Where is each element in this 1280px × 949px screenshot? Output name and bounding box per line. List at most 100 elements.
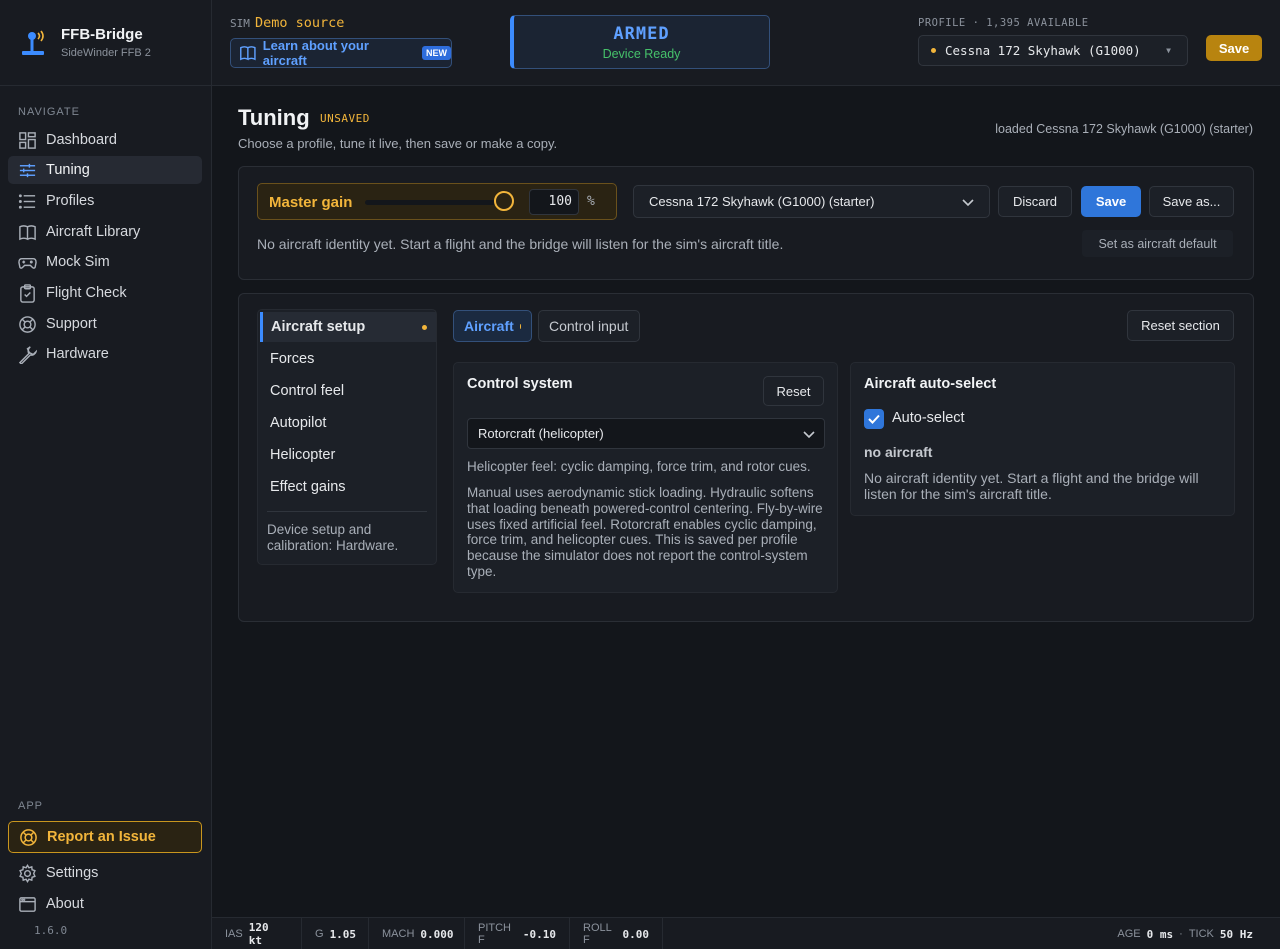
armed-status: ARMED Device Ready: [510, 15, 770, 69]
sidebar: FFB-Bridge SideWinder FFB 2 NAVIGATE Das…: [0, 0, 212, 949]
check-icon: [868, 414, 880, 424]
section-tab-aircraft-setup[interactable]: Aircraft setup: [260, 312, 436, 342]
save-button[interactable]: Save: [1081, 186, 1141, 217]
nav-heading: NAVIGATE: [18, 106, 80, 118]
nav-item-hardware[interactable]: Hardware: [8, 340, 202, 368]
window-icon: [19, 896, 36, 912]
timing-readout: AGE 0 ms · TICK 50 Hz: [1117, 918, 1253, 949]
profile-label: PROFILE · 1,395 AVAILABLE: [918, 17, 1089, 29]
g-readout: G 1.05: [302, 918, 369, 949]
section-tab-effect-gains[interactable]: Effect gains: [260, 472, 436, 502]
g-label: G: [315, 928, 324, 940]
master-gain-unit: %: [587, 194, 595, 209]
master-gain: Master gain 100 %: [257, 183, 617, 220]
age-value: 0 ms: [1146, 927, 1174, 941]
nav-label: About: [46, 896, 84, 912]
nav-label: Support: [46, 316, 97, 332]
discard-button[interactable]: Discard: [998, 186, 1072, 217]
tab-control-input[interactable]: Control input: [538, 310, 640, 342]
nav-item-dashboard[interactable]: Dashboard: [8, 126, 202, 154]
section-tab-helicopter[interactable]: Helicopter: [260, 440, 436, 470]
nav-item-aircraft-library[interactable]: Aircraft Library: [8, 218, 202, 246]
topbar: SIM Demo source Learn about your aircraf…: [212, 0, 1280, 86]
section-tab-forces[interactable]: Forces: [260, 344, 436, 374]
book-icon: [240, 46, 256, 61]
mach-label: MACH: [382, 928, 415, 940]
tick-label: TICK: [1188, 928, 1214, 940]
profile-select[interactable]: Cessna 172 Skyhawk (G1000) ▼: [918, 35, 1188, 66]
gamepad-icon: [18, 257, 37, 269]
roll-readout: ROLL F 0.00: [570, 918, 663, 949]
nav-label: Tuning: [46, 162, 90, 178]
wrench-icon: [18, 345, 37, 364]
app-version: 1.6.0: [34, 924, 68, 937]
mach-readout: MACH 0.000: [369, 918, 465, 949]
report-issue-label: Report an Issue: [47, 829, 156, 845]
section-tab-autopilot[interactable]: Autopilot: [260, 408, 436, 438]
hardware-note: Device setup and calibration: Hardware.: [267, 522, 399, 553]
divider: [267, 511, 427, 512]
control-system-value: Rotorcraft (helicopter): [478, 426, 604, 441]
auto-select-title: Aircraft auto-select: [864, 376, 997, 392]
control-system-title: Control system: [467, 376, 573, 392]
nav-label: Hardware: [46, 346, 109, 362]
joystick-icon: [22, 30, 44, 55]
ias-label: IAS: [225, 928, 243, 940]
nav-label: Settings: [46, 865, 99, 881]
gear-icon: [19, 863, 36, 883]
tick-value: 50 Hz: [1219, 927, 1253, 941]
reset-section-button[interactable]: Reset section: [1127, 310, 1234, 341]
control-system-feel: Helicopter feel: cyclic damping, force t…: [467, 459, 811, 474]
auto-select-label: Auto-select: [892, 410, 965, 426]
dashboard-icon: [19, 131, 36, 149]
brand-subtitle: SideWinder FFB 2: [61, 47, 151, 59]
profile-value: Cessna 172 Skyhawk (G1000): [945, 43, 1141, 58]
list-icon: [18, 193, 36, 209]
roll-label: ROLL F: [583, 922, 612, 946]
unsaved-badge: UNSAVED: [320, 112, 370, 125]
chevron-down-icon: [803, 431, 815, 439]
modified-dot: [422, 325, 427, 330]
new-badge: NEW: [422, 46, 451, 60]
mach-value: 0.000: [420, 927, 454, 941]
separator: ·: [1179, 928, 1183, 940]
master-gain-input[interactable]: 100: [529, 189, 579, 215]
nav-item-profiles[interactable]: Profiles: [8, 187, 202, 215]
pitch-label: PITCH F: [478, 922, 511, 946]
nav-item-tuning[interactable]: Tuning: [8, 156, 202, 184]
ias-value: 120 kt: [248, 921, 269, 947]
loaded-profile: loaded Cessna 172 Skyhawk (G1000) (start…: [995, 122, 1253, 136]
aircraft-profile-select[interactable]: Cessna 172 Skyhawk (G1000) (starter): [633, 185, 990, 218]
master-gain-slider-thumb[interactable]: [494, 191, 514, 211]
learn-label: Learn about your aircraft: [262, 38, 369, 68]
top-save-button[interactable]: Save: [1206, 35, 1262, 61]
nav-label: Aircraft Library: [46, 224, 141, 240]
auto-select-checkbox[interactable]: [864, 409, 884, 429]
save-as-button[interactable]: Save as...: [1149, 186, 1234, 217]
control-system-select[interactable]: Rotorcraft (helicopter): [467, 418, 825, 449]
aircraft-profile-value: Cessna 172 Skyhawk (G1000) (starter): [649, 194, 875, 209]
learn-aircraft-button[interactable]: Learn about your aircraft NEW: [230, 38, 452, 68]
set-default-button[interactable]: Set as aircraft default: [1082, 230, 1233, 257]
sim-source: Demo source: [255, 15, 345, 31]
nav-item-support[interactable]: Support: [8, 310, 202, 338]
lifebuoy-icon: [20, 828, 37, 846]
caret-down-icon: ▼: [1166, 46, 1171, 55]
ias-readout: IAS 120 kt: [212, 918, 302, 949]
nav-item-flight-check[interactable]: Flight Check: [8, 279, 202, 307]
pitch-readout: PITCH F -0.10: [465, 918, 570, 949]
control-system-panel: Control system Reset Rotorcraft (helicop…: [453, 362, 838, 593]
tab-aircraft[interactable]: Aircraft: [453, 310, 532, 342]
report-issue-button[interactable]: Report an Issue: [8, 821, 202, 853]
nav-item-settings[interactable]: Settings: [8, 859, 202, 887]
auto-select-status: no aircraft: [864, 444, 933, 460]
brand-title: FFB-Bridge: [61, 26, 143, 43]
modified-dot: [519, 323, 521, 329]
auto-select-panel: Aircraft auto-select Auto-select no airc…: [850, 362, 1235, 516]
master-gain-slider-track[interactable]: [365, 200, 503, 205]
page-title: Tuning: [238, 105, 310, 130]
control-system-reset-button[interactable]: Reset: [763, 376, 824, 406]
nav-item-about[interactable]: About: [8, 890, 202, 918]
nav-item-mock-sim[interactable]: Mock Sim: [8, 248, 202, 276]
section-tab-control-feel[interactable]: Control feel: [260, 376, 436, 406]
